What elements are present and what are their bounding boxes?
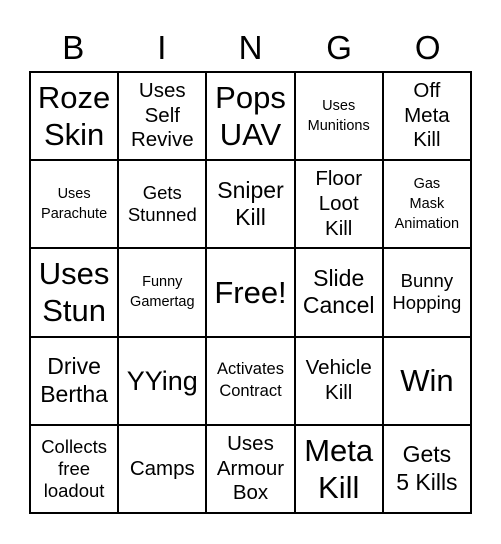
bingo-cell[interactable]: Activates Contract — [206, 336, 295, 425]
header-letter-b: B — [62, 29, 85, 66]
bingo-cell[interactable]: Off Meta Kill — [382, 72, 471, 161]
bingo-cell[interactable]: Roze Skin — [30, 72, 119, 161]
bingo-cell[interactable]: Sniper Kill — [206, 160, 295, 249]
bingo-cell[interactable]: Vehicle Kill — [294, 336, 383, 425]
bingo-cell[interactable]: Pops UAV — [206, 72, 295, 161]
header-letter-g: G — [326, 29, 352, 66]
bingo-header: B I N G O — [29, 26, 472, 70]
free-space-cell[interactable]: Free! — [206, 248, 295, 337]
bingo-cell[interactable]: Uses Parachute — [30, 160, 119, 249]
bingo-cell[interactable]: Gets 5 Kills — [382, 424, 471, 513]
header-letter-o: O — [414, 29, 441, 66]
bingo-cell[interactable]: Uses Stun — [30, 248, 119, 337]
bingo-cell[interactable]: Bunny Hopping — [382, 248, 471, 337]
bingo-cell[interactable]: Uses Armour Box — [206, 424, 295, 513]
bingo-cell[interactable]: Floor Loot Kill — [294, 160, 383, 249]
bingo-cell[interactable]: Slide Cancel — [294, 248, 383, 337]
bingo-cell[interactable]: Uses Munitions — [294, 72, 383, 161]
bingo-cell[interactable]: Gets Stunned — [118, 160, 207, 249]
bingo-cell[interactable]: Funny Gamertag — [118, 248, 207, 337]
bingo-cell[interactable]: Meta Kill — [294, 424, 383, 513]
header-letter-n: N — [238, 29, 263, 66]
bingo-cell[interactable]: Gas Mask Animation — [382, 160, 471, 249]
bingo-grid: Roze Skin Uses Self Revive Pops UAV Uses… — [29, 71, 472, 514]
bingo-cell[interactable]: Win — [382, 336, 471, 425]
header-letter-i: I — [157, 29, 167, 66]
bingo-cell[interactable]: YYing — [118, 336, 207, 425]
bingo-cell[interactable]: Collects free loadout — [30, 424, 119, 513]
bingo-cell[interactable]: Uses Self Revive — [118, 72, 207, 161]
bingo-cell[interactable]: Drive Bertha — [30, 336, 119, 425]
bingo-cell[interactable]: Camps — [118, 424, 207, 513]
